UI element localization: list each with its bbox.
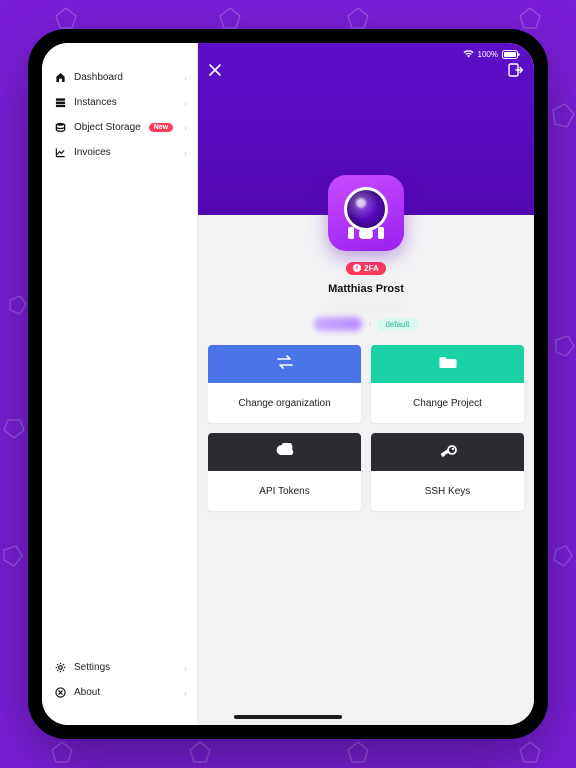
card-change-organization[interactable]: Change organization: [208, 345, 361, 423]
cloud-icon: [274, 443, 296, 462]
twofa-badge: 2FA: [346, 262, 386, 275]
chart-icon: [54, 147, 66, 158]
user-name: Matthias Prost: [198, 283, 534, 295]
sidebar-item-object-storage[interactable]: Object Storage New ›: [42, 115, 197, 140]
app-logo: [328, 175, 404, 251]
chevron-right-icon: ›: [184, 98, 187, 108]
sidebar-item-label: Instances: [74, 97, 117, 108]
chevron-right-icon: ›: [184, 688, 187, 698]
user-email-redacted: [330, 299, 402, 311]
card-ssh-keys[interactable]: SSH Keys: [371, 433, 524, 511]
sidebar-bottom-list: Settings › About ›: [42, 655, 197, 725]
sidebar-item-about[interactable]: About ›: [42, 680, 197, 705]
sidebar-item-label: Object Storage: [74, 122, 141, 133]
logout-icon[interactable]: [508, 63, 524, 77]
sidebar-item-instances[interactable]: Instances ›: [42, 90, 197, 115]
card-header: [371, 345, 524, 383]
main-panel: 2FA Matthias Prost › default: [198, 43, 534, 725]
home-indicator: [234, 715, 342, 719]
gear-icon: [54, 662, 66, 673]
action-cards: Change organization Change Project: [198, 345, 534, 523]
sidebar: Dashboard › Instances › Object Storage N…: [42, 43, 198, 725]
new-badge: New: [149, 123, 173, 132]
card-header: [208, 433, 361, 471]
info-icon: [54, 687, 66, 698]
card-label: Change organization: [238, 398, 330, 409]
screen: 100% Dashboard › Instances: [42, 43, 534, 725]
database-icon: [54, 122, 66, 133]
battery-percent: 100%: [478, 50, 498, 59]
sidebar-item-settings[interactable]: Settings ›: [42, 655, 197, 680]
sidebar-item-label: Settings: [74, 662, 110, 673]
chevron-right-icon: ›: [184, 148, 187, 158]
close-icon[interactable]: [208, 63, 222, 77]
chevron-right-icon: ›: [184, 123, 187, 133]
card-label: API Tokens: [259, 486, 309, 497]
server-icon: [54, 97, 66, 108]
chevron-right-icon: ›: [368, 319, 371, 329]
card-header: [371, 433, 524, 471]
battery-icon: [502, 50, 520, 59]
twofa-label: 2FA: [364, 264, 379, 273]
sidebar-item-label: About: [74, 687, 100, 698]
chevron-right-icon: ›: [184, 73, 187, 83]
key-icon: [438, 443, 458, 462]
crumb-org-redacted: [314, 317, 362, 331]
chevron-right-icon: ›: [184, 663, 187, 673]
profile-hero: [198, 43, 534, 215]
sidebar-item-dashboard[interactable]: Dashboard ›: [42, 65, 197, 90]
sidebar-item-label: Invoices: [74, 147, 111, 158]
sidebar-nav-list: Dashboard › Instances › Object Storage N…: [42, 65, 197, 165]
sidebar-item-label: Dashboard: [74, 72, 123, 83]
status-bar: 100%: [56, 47, 520, 61]
sidebar-item-invoices[interactable]: Invoices ›: [42, 140, 197, 165]
card-change-project[interactable]: Change Project: [371, 345, 524, 423]
card-label: SSH Keys: [425, 486, 471, 497]
crumb-project: default: [377, 318, 417, 331]
home-icon: [54, 72, 66, 83]
swap-icon: [275, 355, 295, 374]
wifi-icon: [463, 50, 474, 58]
tablet-device-frame: 100% Dashboard › Instances: [28, 29, 548, 739]
card-label: Change Project: [413, 398, 482, 409]
folder-icon: [438, 355, 458, 374]
card-header: [208, 345, 361, 383]
breadcrumb: › default: [198, 317, 534, 331]
card-api-tokens[interactable]: API Tokens: [208, 433, 361, 511]
